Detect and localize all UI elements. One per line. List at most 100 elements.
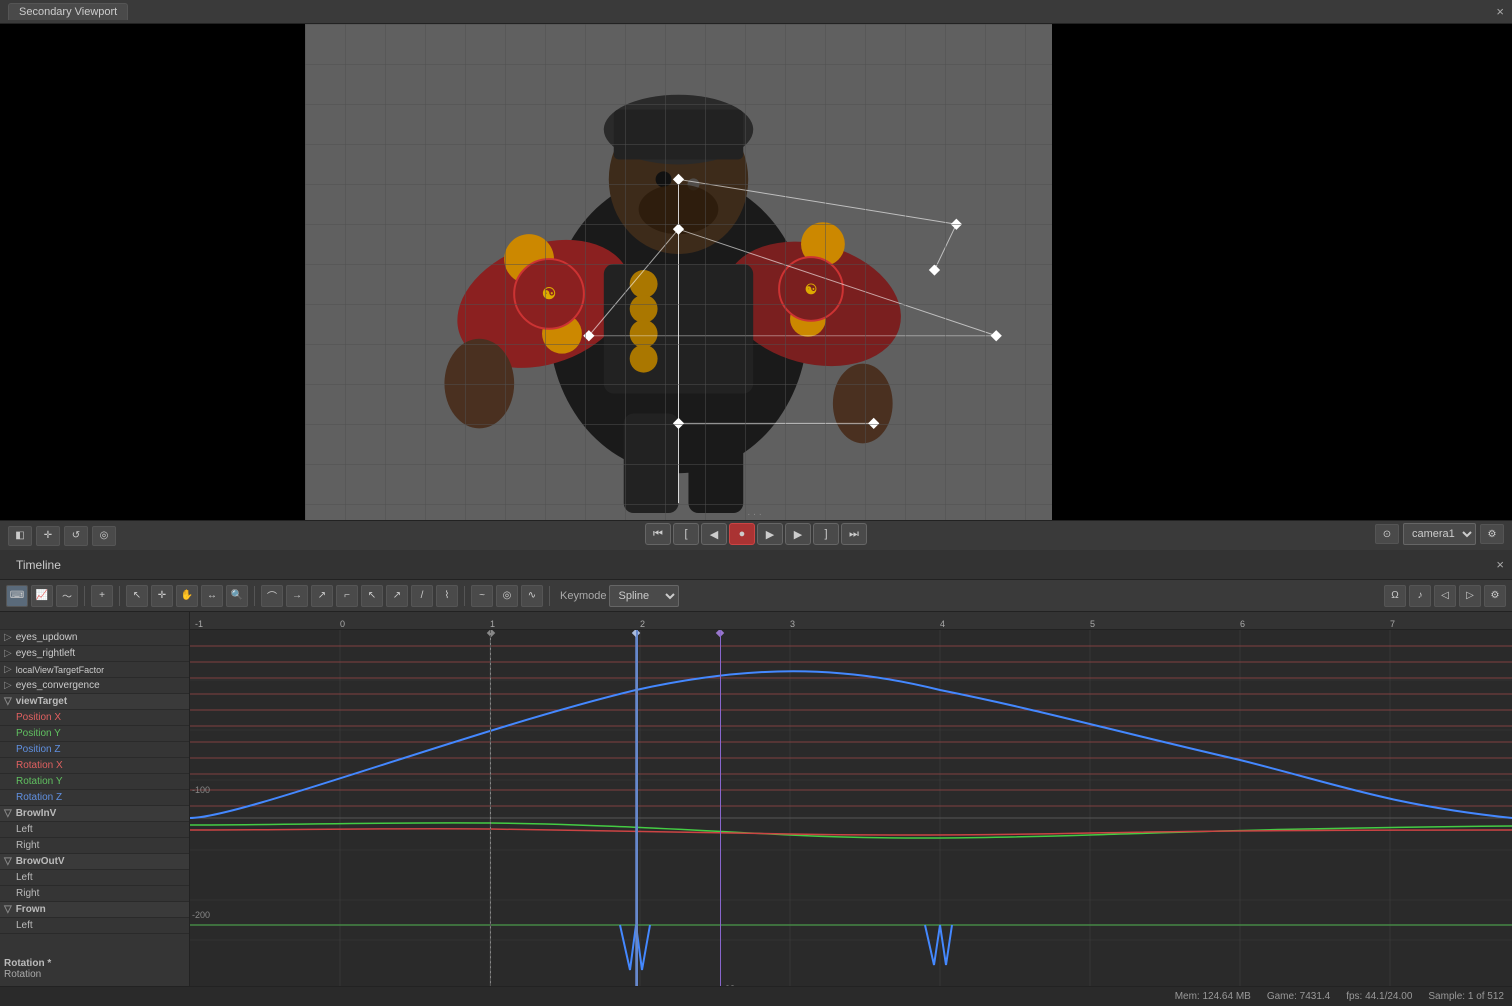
track-local-view[interactable]: ▷ localViewTargetFactor [0, 662, 189, 678]
ruler-tick-3: 3 [790, 619, 795, 629]
track-browinv-left[interactable]: Left [0, 822, 189, 838]
track-eyes-conv[interactable]: ▷ eyes_convergence [0, 678, 189, 694]
status-bar: Mem: 124.64 MB Game: 7431.4 fps: 44.1/24… [0, 986, 1512, 1006]
playback-controls: ⏮ [ ◀ ● ▶ ▶ ] ⏭ [645, 523, 867, 545]
translate-btn[interactable]: ✛ [36, 526, 60, 546]
timeline-toolbar: ⌨ 📈 〜 + ↖ ✛ ✋ ↔ 🔍 ⌒ → ↗ ⌐ ↖ ↗ / ⌇ ~ ◎ ∿ … [0, 580, 1512, 612]
ruler-tick-7: 7 [1390, 619, 1395, 629]
sample-label: Sample: 1 of 512 [1428, 991, 1504, 1002]
character-svg: ☯ ☯ [305, 24, 1052, 524]
viewport-center[interactable]: ☯ ☯ [305, 24, 1052, 524]
rotate-btn[interactable]: ↺ [64, 526, 88, 546]
viewport-close-btn[interactable]: × [1496, 4, 1504, 19]
tl-tangent-btn5[interactable]: ↖ [361, 585, 383, 607]
timeline-graph[interactable]: -1 0 1 2 3 4 5 6 7 -100 -200 [190, 612, 1512, 1006]
tl-wave-btn[interactable]: 〜 [56, 585, 78, 607]
tl-sep5 [549, 586, 550, 606]
tl-pre-post-btn[interactable]: ∿ [521, 585, 543, 607]
tl-more-btn[interactable]: ⚙ [1484, 585, 1506, 607]
track-eyes-updown[interactable]: ▷ eyes_updown [0, 630, 189, 646]
timeline-close-btn[interactable]: × [1496, 557, 1504, 572]
track-browoutv-right[interactable]: Right [0, 886, 189, 902]
track-position-z[interactable]: Position Z [0, 742, 189, 758]
tl-audio-btn[interactable]: ♪ [1409, 585, 1431, 607]
track-viewtarget-group[interactable]: ▽ viewTarget [0, 694, 189, 710]
viewport-settings-btn[interactable]: ⚙ [1480, 524, 1504, 544]
rotation-label: Rotation [4, 969, 185, 980]
ruler-spacer [0, 612, 189, 630]
track-frown-group[interactable]: ▽ Frown [0, 902, 189, 918]
tl-scale-btn[interactable]: ↔ [201, 585, 223, 607]
camera-settings-btn[interactable]: ⊙ [1375, 524, 1399, 544]
ruler-tick-5: 5 [1090, 619, 1095, 629]
track-browinv-group[interactable]: ▽ BrowInV [0, 806, 189, 822]
keymode-label: Keymode [560, 590, 606, 602]
tl-tangent-btn1[interactable]: ⌒ [261, 585, 283, 607]
focus-btn[interactable]: ◎ [92, 526, 116, 546]
tl-sep3 [254, 586, 255, 606]
play-btn[interactable]: ▶ [757, 523, 783, 545]
track-rotation-z[interactable]: Rotation Z [0, 790, 189, 806]
tl-step-fwd-btn[interactable]: ▷ [1459, 585, 1481, 607]
svg-text:☯: ☯ [805, 281, 817, 297]
view-mode-btn[interactable]: ◧ [8, 526, 32, 546]
tl-tangent-btn2[interactable]: → [286, 585, 308, 607]
prev-marker-btn[interactable]: [ [673, 523, 699, 545]
camera-select[interactable]: camera1 [1403, 523, 1476, 545]
secondary-viewport-tab[interactable]: Secondary Viewport [8, 3, 128, 20]
tl-normalize-btn[interactable]: ~ [471, 585, 493, 607]
tl-move-btn[interactable]: ✛ [151, 585, 173, 607]
viewport-canvas: ☯ ☯ [0, 24, 1512, 524]
timeline-tab[interactable]: Timeline [8, 556, 69, 574]
ruler-tick-4: 4 [940, 619, 945, 629]
tl-step-back-btn[interactable]: ◁ [1434, 585, 1456, 607]
tl-select-btn[interactable]: ↖ [126, 585, 148, 607]
tl-tangent-btn8[interactable]: ⌇ [436, 585, 458, 607]
ruler-tick--1: -1 [195, 619, 203, 629]
tl-tangent-btn4[interactable]: ⌐ [336, 585, 358, 607]
tl-sep4 [464, 586, 465, 606]
fps-label: fps: 44.1/24.00 [1346, 991, 1412, 1002]
viewport-tab-bar: Secondary Viewport × [0, 0, 1512, 24]
track-eyes-rightleft[interactable]: ▷ eyes_rightleft [0, 646, 189, 662]
next-marker-btn[interactable]: ] [813, 523, 839, 545]
rotation-star-label: Rotation * [4, 958, 185, 969]
ruler-tick-1: 1 [490, 619, 495, 629]
timeline-header: Timeline × [0, 550, 1512, 580]
track-position-y[interactable]: Position Y [0, 726, 189, 742]
tl-pan-btn[interactable]: ✋ [176, 585, 198, 607]
keymode-select[interactable]: Spline [609, 585, 679, 607]
rotation-section: Rotation * Rotation [0, 954, 189, 984]
time-ruler: -1 0 1 2 3 4 5 6 7 [190, 612, 1512, 630]
viewport-left-black [0, 24, 305, 524]
ruler-tick-0: 0 [340, 619, 345, 629]
tl-sep2 [119, 586, 120, 606]
track-frown-left[interactable]: Left [0, 918, 189, 934]
tl-add-key-btn[interactable]: + [91, 585, 113, 607]
jump-to-end-btn[interactable]: ⏭ [841, 523, 867, 545]
track-browinv-right[interactable]: Right [0, 838, 189, 854]
tl-tangent-btn7[interactable]: / [411, 585, 433, 607]
track-rotation-y[interactable]: Rotation Y [0, 774, 189, 790]
next-keyframe-btn[interactable]: ▶ [785, 523, 811, 545]
track-rotation-x[interactable]: Rotation X [0, 758, 189, 774]
tl-right-btns: Ω ♪ ◁ ▷ ⚙ [1384, 585, 1506, 607]
viewport-right-black [1052, 24, 1512, 524]
tl-key-btn[interactable]: ⌨ [6, 585, 28, 607]
tl-zoom-btn[interactable]: 🔍 [226, 585, 248, 607]
tl-tangent-btn6[interactable]: ↗ [386, 585, 408, 607]
jump-to-start-btn[interactable]: ⏮ [645, 523, 671, 545]
tl-curve-btn[interactable]: 📈 [31, 585, 53, 607]
record-btn[interactable]: ● [729, 523, 755, 545]
svg-text:☯: ☯ [542, 286, 556, 303]
track-names-panel: ▷ eyes_updown ▷ eyes_rightleft ▷ localVi… [0, 612, 190, 1006]
prev-keyframe-btn[interactable]: ◀ [701, 523, 727, 545]
track-browoutv-group[interactable]: ▽ BrowOutV [0, 854, 189, 870]
tl-tangent-btn3[interactable]: ↗ [311, 585, 333, 607]
tl-snap-btn[interactable]: ◎ [496, 585, 518, 607]
tl-snap-keys-btn[interactable]: Ω [1384, 585, 1406, 607]
track-position-x[interactable]: Position X [0, 710, 189, 726]
curve-svg [190, 630, 1512, 1006]
track-browoutv-left[interactable]: Left [0, 870, 189, 886]
game-label: Game: 7431.4 [1267, 991, 1330, 1002]
